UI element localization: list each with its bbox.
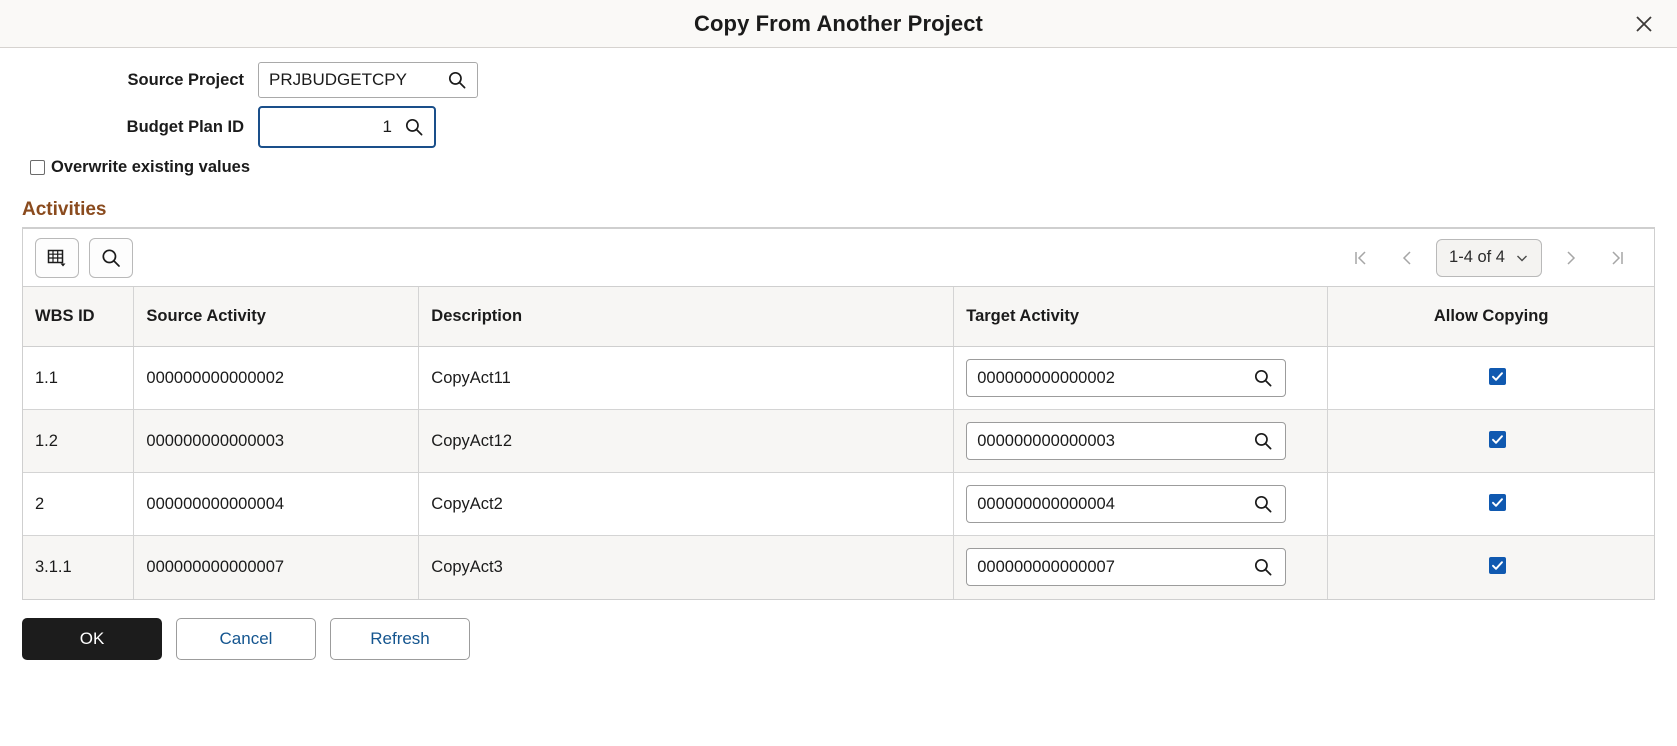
activities-grid: 1-4 of 4 WBS ID Source Activity Descript… — [22, 227, 1655, 600]
footer-actions: OK Cancel Refresh — [0, 600, 1677, 660]
grid-personalize-icon[interactable] — [35, 237, 79, 278]
target-activity-field[interactable] — [966, 548, 1287, 587]
target-activity-field[interactable] — [966, 485, 1287, 523]
chevron-down-icon — [1515, 251, 1529, 265]
next-page-icon[interactable] — [1548, 238, 1594, 278]
budget-plan-id-field[interactable] — [258, 106, 436, 148]
cell-description: CopyAct11 — [418, 346, 955, 410]
cell-allow-copying — [1327, 346, 1654, 410]
ok-button[interactable]: OK — [22, 617, 162, 660]
source-project-label: Source Project — [127, 70, 244, 89]
previous-page-icon[interactable] — [1384, 238, 1430, 278]
grid-pager: 1-4 of 4 — [1338, 238, 1640, 278]
cell-source-activity: 000000000000004 — [133, 472, 420, 536]
source-project-input[interactable] — [269, 70, 441, 90]
cell-source-activity: 000000000000002 — [133, 346, 420, 410]
column-header-target-activity: Target Activity — [953, 287, 1329, 347]
page-title: Copy From Another Project — [694, 10, 983, 36]
cell-source-activity: 000000000000007 — [133, 535, 420, 599]
allow-copying-checkbox[interactable] — [1488, 431, 1506, 448]
overwrite-existing-values-checkbox[interactable] — [30, 160, 45, 175]
cell-allow-copying — [1327, 535, 1654, 599]
search-icon[interactable] — [1251, 366, 1275, 390]
column-header-wbs-id: WBS ID — [23, 287, 135, 347]
refresh-button[interactable]: Refresh — [330, 617, 470, 660]
table-row: 1.2 000000000000003 CopyAct12 — [23, 409, 1654, 473]
first-page-icon[interactable] — [1338, 238, 1384, 278]
last-page-icon[interactable] — [1594, 238, 1640, 278]
search-icon[interactable] — [1251, 555, 1275, 579]
grid-find-icon[interactable] — [89, 237, 133, 278]
cell-description: CopyAct3 — [418, 535, 955, 599]
source-project-row: Source Project — [0, 62, 1677, 98]
cell-wbs-id: 1.1 — [23, 346, 135, 410]
cell-source-activity: 000000000000003 — [133, 409, 420, 473]
cell-target-activity — [953, 535, 1329, 599]
column-header-source-activity: Source Activity — [133, 287, 420, 347]
target-activity-input[interactable] — [977, 557, 1248, 577]
form-area: Source Project Budget Plan ID O — [0, 48, 1677, 177]
allow-copying-checkbox[interactable] — [1488, 368, 1506, 385]
cell-target-activity — [953, 472, 1329, 536]
page-range-select[interactable]: 1-4 of 4 — [1436, 238, 1542, 277]
cell-target-activity — [953, 409, 1329, 473]
grid-toolbar: 1-4 of 4 — [23, 229, 1654, 287]
modal-header: Copy From Another Project — [0, 0, 1677, 48]
budget-plan-id-label: Budget Plan ID — [126, 117, 244, 136]
column-header-allow-copying: Allow Copying — [1327, 287, 1654, 347]
cell-wbs-id: 1.2 — [23, 409, 135, 473]
table-header-row: WBS ID Source Activity Description Targe… — [23, 287, 1654, 347]
search-icon[interactable] — [1251, 492, 1275, 516]
target-activity-input[interactable] — [977, 431, 1248, 451]
allow-copying-checkbox[interactable] — [1488, 557, 1506, 575]
page-range-label: 1-4 of 4 — [1449, 248, 1505, 266]
search-icon[interactable] — [445, 68, 469, 92]
activities-table: WBS ID Source Activity Description Targe… — [23, 287, 1654, 599]
table-row: 2 000000000000004 CopyAct2 — [23, 472, 1654, 536]
close-icon[interactable] — [1629, 9, 1659, 39]
target-activity-input[interactable] — [977, 494, 1248, 514]
overwrite-existing-values-row: Overwrite existing values — [0, 158, 1677, 177]
cancel-button[interactable]: Cancel — [176, 617, 316, 660]
table-row: 3.1.1 000000000000007 CopyAct3 — [23, 535, 1654, 599]
cell-allow-copying — [1327, 472, 1654, 536]
column-header-description: Description — [418, 287, 955, 347]
target-activity-field[interactable] — [966, 422, 1287, 460]
overwrite-existing-values-label: Overwrite existing values — [51, 158, 251, 176]
table-row: 1.1 000000000000002 CopyAct11 — [23, 346, 1654, 410]
cell-target-activity — [953, 346, 1329, 410]
budget-plan-id-row: Budget Plan ID — [0, 106, 1677, 148]
activities-section-title: Activities — [22, 199, 107, 220]
cell-allow-copying — [1327, 409, 1654, 473]
budget-plan-id-input[interactable] — [270, 117, 398, 137]
cell-description: CopyAct2 — [418, 472, 955, 536]
search-icon[interactable] — [1251, 429, 1275, 453]
source-project-field[interactable] — [258, 62, 478, 98]
cell-description: CopyAct12 — [418, 409, 955, 473]
target-activity-input[interactable] — [977, 368, 1248, 388]
cell-wbs-id: 3.1.1 — [23, 535, 135, 599]
target-activity-field[interactable] — [966, 359, 1287, 397]
cell-wbs-id: 2 — [23, 472, 135, 536]
search-icon[interactable] — [402, 115, 426, 139]
allow-copying-checkbox[interactable] — [1488, 494, 1506, 511]
